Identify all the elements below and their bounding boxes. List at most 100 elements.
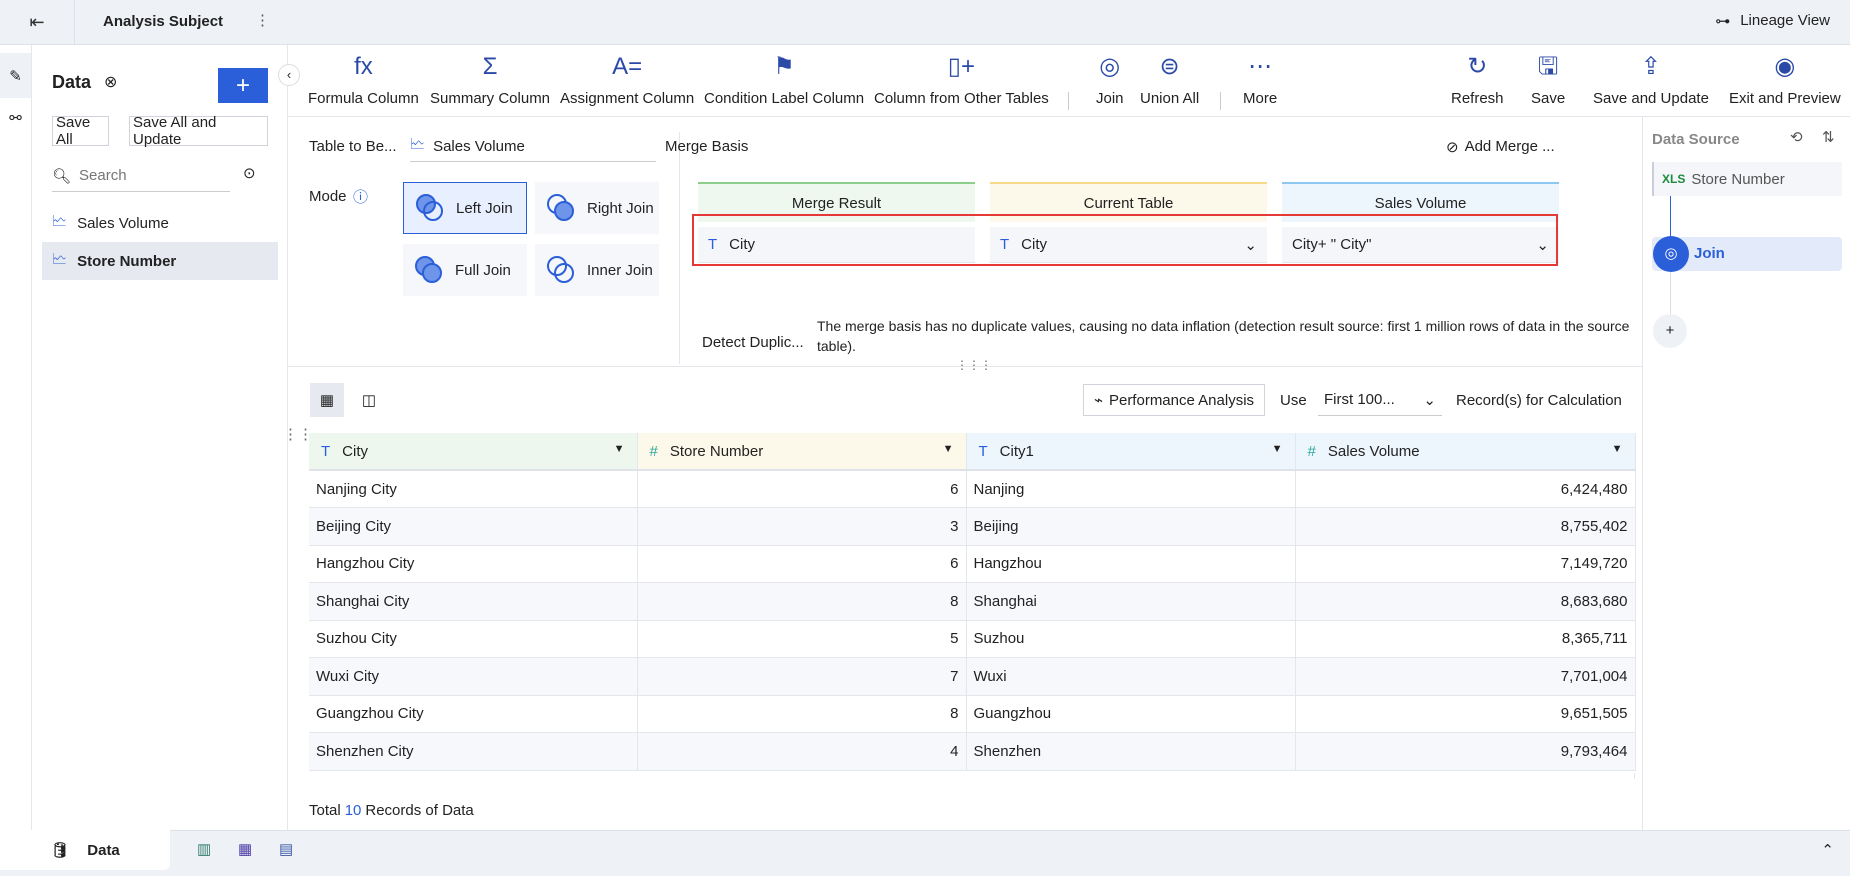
table-row[interactable]: Guangzhou City 8 Guangzhou 9,651,505 [309,695,1636,733]
table-cell[interactable]: 7,149,720 [1295,545,1636,583]
table-cell[interactable]: Guangzhou City [309,695,638,733]
collapse-panel-button[interactable]: ‹ [278,64,300,86]
add-dashboard-icon[interactable]: ▦ [238,840,252,858]
table-cell[interactable]: 8,755,402 [1295,507,1636,546]
inner-join-option[interactable]: Inner Join [535,244,659,296]
data-edit-icon[interactable]: ✎ [0,53,31,98]
preview-icon: ◉ [1774,53,1796,80]
assignment-column-button[interactable]: A= Assignment Column [560,52,694,107]
layout-view-button[interactable]: ◫ [352,383,386,417]
resize-handle[interactable]: ⋮⋮⋮ [956,358,992,372]
union-all-button[interactable]: ⊜ Union All [1140,52,1199,107]
column-header-store-number[interactable]: # Store Number ▼ [637,433,967,471]
table-cell[interactable]: Wuxi [966,657,1296,696]
table-cell[interactable]: Shanghai [966,582,1296,621]
table-cell[interactable]: Guangzhou [966,695,1296,733]
table-cell[interactable]: Wuxi City [309,657,638,696]
left-join-icon [416,194,444,222]
table-cell[interactable]: 9,793,464 [1295,732,1636,771]
more-vertical-icon[interactable]: ⋮ [255,11,270,29]
record-count-select[interactable]: First 100... ⌄ [1318,384,1442,416]
table-cell[interactable]: 8,683,680 [1295,582,1636,621]
refresh-button[interactable]: ↻ Refresh [1451,52,1504,107]
formula-column-button[interactable]: fx Formula Column [308,52,419,107]
table-cell[interactable]: 6,424,480 [1295,470,1636,508]
collapse-icon[interactable]: ⊗ [104,72,117,92]
exit-and-preview-button[interactable]: ◉ Exit and Preview [1729,52,1841,107]
table-cell[interactable]: 8 [637,695,967,733]
table-row[interactable]: Hangzhou City 6 Hangzhou 7,149,720 [309,545,1636,583]
add-chart-icon[interactable]: ▥ [197,840,211,858]
column-from-other-tables-button[interactable]: ▯+ Column from Other Tables [874,52,1049,107]
table-cell[interactable]: Suzhou [966,620,1296,658]
right-join-option[interactable]: Right Join [535,182,659,234]
swap-icon[interactable]: ⇅ [1822,128,1835,146]
table-cell[interactable]: Beijing City [309,507,638,546]
add-button[interactable]: + [218,68,268,103]
add-report-icon[interactable]: ▤ [279,840,293,858]
sort-menu-icon[interactable]: ▼ [1612,443,1623,455]
flow-icon[interactable]: ⚯ [0,98,31,138]
bottom-bar: 🛢︎ Data ▥ ▦ ▤ ⌃ [0,830,1850,876]
lineage-view-button[interactable]: ⊶ Lineage View [1715,12,1830,30]
search-input[interactable] [79,167,220,184]
sort-menu-icon[interactable]: ▼ [1272,443,1283,455]
more-button[interactable]: ⋯ More [1243,52,1277,107]
save-icon: 🖫 [1537,53,1559,80]
table-cell[interactable]: Nanjing [966,470,1296,508]
join-button[interactable]: ◎ Join [1096,52,1124,107]
source-node[interactable]: XLS Store Number [1652,162,1842,196]
table-cell[interactable]: Shenzhen [966,732,1296,771]
table-cell[interactable]: 6 [637,470,967,508]
table-cell[interactable]: Hangzhou [966,545,1296,583]
column-header-city1[interactable]: T City1 ▼ [966,433,1296,471]
expand-up-icon[interactable]: ⌃ [1821,841,1834,859]
performance-analysis-button[interactable]: ⌁ Performance Analysis [1083,384,1265,416]
save-all-update-button[interactable]: Save All and Update [129,114,268,148]
column-header-city[interactable]: T City ▼ [309,433,638,471]
table-cell[interactable]: 7 [637,657,967,696]
table-cell[interactable]: 5 [637,620,967,658]
full-join-option[interactable]: Full Join [403,244,527,296]
save-button[interactable]: 🖫 Save [1531,52,1565,107]
table-cell[interactable]: 8,365,711 [1295,620,1636,658]
history-icon[interactable]: ⟲ [1790,128,1803,146]
table-cell[interactable]: Beijing [966,507,1296,546]
grid-view-button[interactable]: ▦ [310,383,344,417]
table-cell[interactable]: Nanjing City [309,470,638,508]
add-node-button[interactable]: + [1653,314,1687,348]
table-select[interactable]: 🗠 Sales Volume [410,132,656,162]
sort-menu-icon[interactable]: ▼ [943,443,954,455]
summary-column-button[interactable]: Σ Summary Column [430,52,550,107]
info-icon[interactable]: ⓘ [353,186,368,207]
table-row[interactable]: Shanghai City 8 Shanghai 8,683,680 [309,582,1636,621]
list-item[interactable]: 🗠 Sales Volume [42,205,278,241]
list-item[interactable]: 🗠 Store Number [42,242,278,280]
save-and-update-button[interactable]: ⇪ Save and Update [1593,52,1709,107]
condition-label-column-button[interactable]: ⚑ Condition Label Column [704,52,864,107]
table-row[interactable]: Nanjing City 6 Nanjing 6,424,480 [309,470,1636,508]
sort-menu-icon[interactable]: ▼ [614,443,625,455]
save-all-button[interactable]: Save All [52,114,109,148]
search-box[interactable]: 🔍︎ [52,160,230,192]
table-cell[interactable]: 7,701,004 [1295,657,1636,696]
table-cell[interactable]: 3 [637,507,967,546]
table-cell[interactable]: Shanghai City [309,582,638,621]
table-cell[interactable]: 8 [637,582,967,621]
column-header-sales-volume[interactable]: # Sales Volume ▼ [1295,433,1636,471]
table-cell[interactable]: Hangzhou City [309,545,638,583]
more-options-icon[interactable]: ⊙ [243,164,256,182]
table-row[interactable]: Beijing City 3 Beijing 8,755,402 [309,507,1636,546]
data-tab[interactable]: 🛢︎ Data [0,830,170,870]
table-cell[interactable]: Shenzhen City [309,732,638,771]
table-row[interactable]: Shenzhen City 4 Shenzhen 9,793,464 [309,732,1636,771]
add-merge-button[interactable]: ⊘ Add Merge ... [1446,138,1555,156]
table-cell[interactable]: Suzhou City [309,620,638,658]
exit-icon[interactable]: ⇤ [0,0,75,45]
table-cell[interactable]: 9,651,505 [1295,695,1636,733]
table-row[interactable]: Suzhou City 5 Suzhou 8,365,711 [309,620,1636,658]
table-cell[interactable]: 6 [637,545,967,583]
table-cell[interactable]: 4 [637,732,967,771]
left-join-option[interactable]: Left Join [403,182,527,234]
table-row[interactable]: Wuxi City 7 Wuxi 7,701,004 [309,657,1636,696]
